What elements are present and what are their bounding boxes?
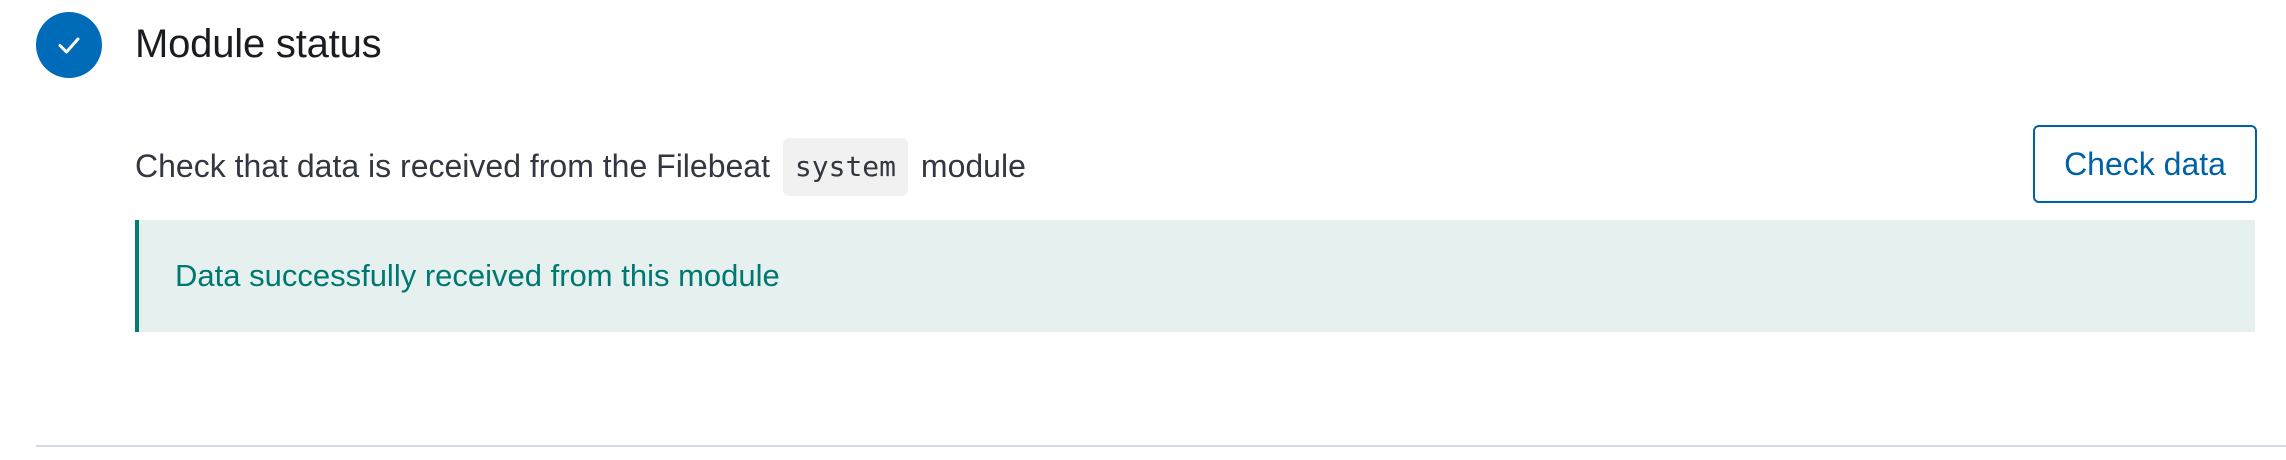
check-icon — [58, 37, 80, 54]
callout-message: Data successfully received from this mod… — [175, 258, 780, 293]
success-callout: Data successfully received from this mod… — [135, 220, 2255, 332]
step-body: Check that data is received from the Fil… — [135, 124, 2257, 332]
module-status-step: Module status Check that data is receive… — [0, 0, 2286, 460]
step-description: Check that data is received from the Fil… — [135, 132, 1026, 200]
step-complete-indicator — [36, 12, 102, 78]
description-text-before: Check that data is received from the Fil… — [135, 148, 770, 184]
check-data-button[interactable]: Check data — [2033, 125, 2257, 203]
step-title: Module status — [135, 22, 382, 66]
module-name-code: system — [782, 137, 909, 196]
description-row: Check that data is received from the Fil… — [135, 124, 2257, 208]
section-divider — [36, 445, 2286, 447]
description-text-after: module — [920, 148, 1026, 184]
